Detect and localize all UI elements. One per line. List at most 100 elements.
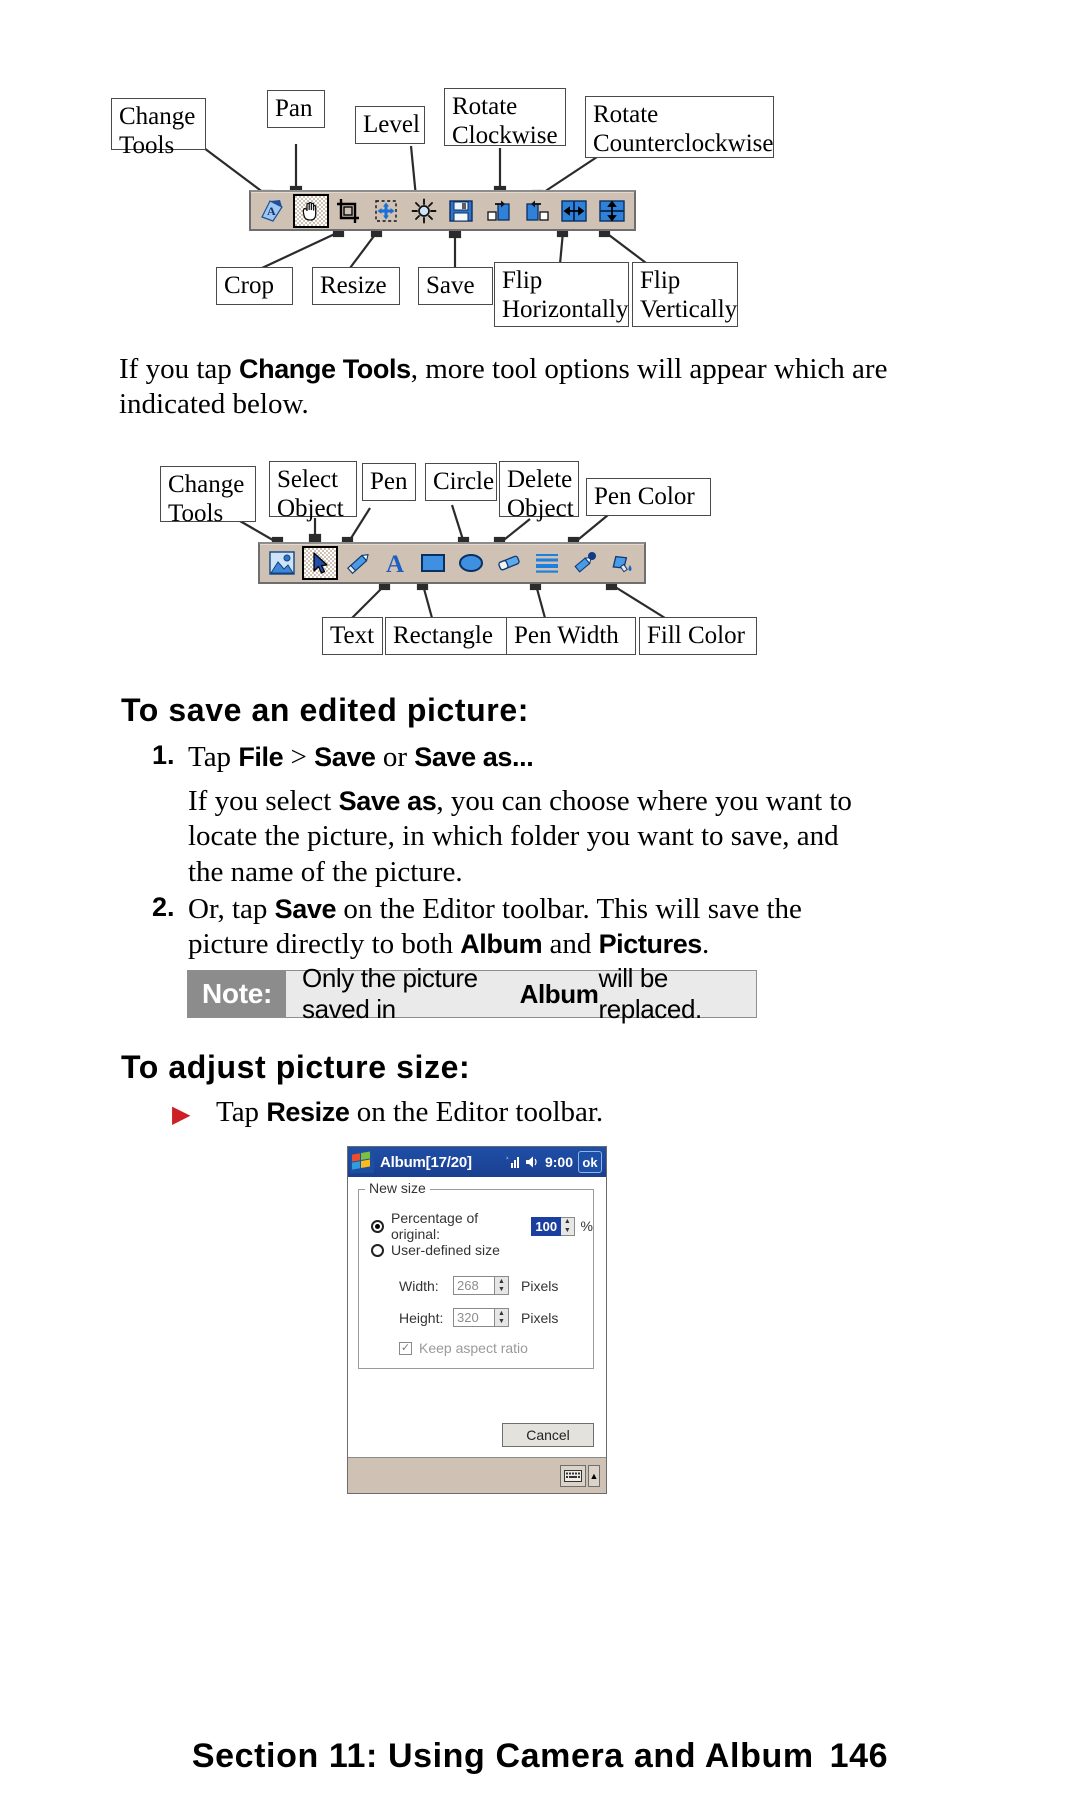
note-body: Only the picture saved in Album will be … xyxy=(286,963,756,1024)
callout-circle: Circle xyxy=(425,463,497,501)
save-disk-icon[interactable] xyxy=(444,194,480,228)
width-row[interactable]: Width: 268 ▲ ▼ Pixels xyxy=(399,1276,558,1295)
rotate-counterclockwise-icon[interactable] xyxy=(519,194,555,228)
crop-icon[interactable] xyxy=(331,194,367,228)
keep-aspect-row[interactable]: ✓ Keep aspect ratio xyxy=(399,1340,528,1356)
circle-icon[interactable] xyxy=(453,546,489,580)
input-method-chevron-icon[interactable]: ▲ xyxy=(588,1464,600,1487)
rotate-clockwise-icon[interactable] xyxy=(481,194,517,228)
flip-vertical-icon[interactable] xyxy=(594,194,630,228)
user-defined-label: User-defined size xyxy=(391,1242,500,1258)
percentage-radio[interactable] xyxy=(371,1219,384,1233)
callout-pen: Pen xyxy=(362,463,416,501)
pen-color-icon[interactable] xyxy=(566,546,602,580)
callout-line: Text xyxy=(330,622,375,649)
step-1-seg-0: Tap xyxy=(188,741,239,773)
callout-fill-color: Fill Color xyxy=(639,617,757,655)
percentage-input[interactable]: 100 xyxy=(531,1216,562,1236)
rectangle-icon[interactable] xyxy=(415,546,451,580)
keep-aspect-checkbox[interactable]: ✓ xyxy=(399,1341,412,1355)
pda-status-area: 9:00 ok xyxy=(504,1147,602,1177)
note-tag: Note: xyxy=(188,971,287,1017)
step-2-seg-0: Or, tap xyxy=(188,893,275,925)
percentage-row[interactable]: Percentage of original: 100 ▲ ▼ % xyxy=(371,1210,593,1242)
callout-line: Flip xyxy=(502,267,543,294)
callout-line: Pen Width xyxy=(514,622,619,649)
callout-save: Save xyxy=(418,267,493,305)
width-label: Width: xyxy=(399,1277,439,1294)
step-1-number: 1. xyxy=(152,740,175,770)
note-box: Note: Only the picture saved in Album wi… xyxy=(187,963,757,1024)
step-2-text: Or, tap Save on the Editor toolbar. This… xyxy=(188,892,878,963)
height-row[interactable]: Height: 320 ▲ ▼ Pixels xyxy=(399,1308,558,1327)
callout-line: Object xyxy=(507,494,574,522)
pda-title-bar: Album[17/20] 9:00 ok xyxy=(348,1147,606,1177)
callout-flip-horizontally: Flip Horizontally xyxy=(494,262,629,327)
percentage-spinner[interactable]: ▲ ▼ xyxy=(561,1216,575,1236)
callout-tools-change-tools: Change Tools xyxy=(160,466,256,527)
callout-line: Counterclockwise xyxy=(593,129,774,157)
pda-clock: 9:00 xyxy=(544,1154,573,1170)
manual-page: Change Tools Pan Level Rotate Clockwise … xyxy=(0,0,1080,1800)
callout-line: Clockwise xyxy=(452,121,558,149)
adjust-bullet-seg-0: Tap xyxy=(216,1096,267,1128)
height-spinner[interactable]: ▲ ▼ xyxy=(495,1308,509,1327)
step-1-body-seg-0: If you select xyxy=(188,785,339,817)
note-seg-2: will be replaced. xyxy=(598,963,702,1024)
height-label: Height: xyxy=(399,1309,444,1326)
callout-line: Horizontally xyxy=(502,295,629,323)
callout-line: Flip xyxy=(640,267,681,294)
change-tools-icon[interactable] xyxy=(264,546,300,580)
percentage-label: Percentage of original: xyxy=(391,1210,479,1242)
step-2-number: 2. xyxy=(152,892,175,922)
step-2-seg-4: and xyxy=(542,928,599,961)
callout-line: Select xyxy=(277,466,339,493)
callout-change-tools: Change Tools xyxy=(111,98,206,159)
pan-hand-icon[interactable] xyxy=(292,193,329,228)
new-size-group: New size Percentage of original: 100 ▲ ▼ … xyxy=(358,1180,594,1369)
fill-color-icon[interactable] xyxy=(604,546,640,580)
callout-rectangle: Rectangle xyxy=(385,617,513,655)
change-tools-icon[interactable]: A xyxy=(255,194,291,228)
step-2-seg-3: Album xyxy=(460,929,543,960)
tools-toolbar[interactable]: A xyxy=(258,542,646,584)
signal-icon xyxy=(505,1156,519,1168)
callout-line: Circle xyxy=(433,468,495,495)
keep-aspect-label: Keep aspect ratio xyxy=(419,1340,528,1356)
callout-line: Object xyxy=(277,494,344,522)
step-1-body-seg-1: Save as xyxy=(338,786,437,816)
cancel-button[interactable]: Cancel xyxy=(502,1423,594,1447)
callout-line: Pan xyxy=(275,95,313,122)
height-input[interactable]: 320 xyxy=(453,1308,495,1327)
callout-line: Rotate xyxy=(452,93,518,120)
eraser-icon[interactable] xyxy=(491,546,527,580)
adjust-bullet-text: Tap Resize on the Editor toolbar. xyxy=(216,1095,836,1130)
select-object-arrow-icon[interactable] xyxy=(301,546,338,580)
intro-bold: Change Tools xyxy=(239,354,411,384)
keyboard-icon[interactable] xyxy=(560,1464,586,1487)
callout-line: Tools xyxy=(168,499,224,527)
text-a-icon[interactable]: A xyxy=(378,546,414,580)
width-spinner[interactable]: ▲ ▼ xyxy=(495,1276,509,1295)
user-defined-radio[interactable] xyxy=(371,1243,384,1257)
pen-width-icon[interactable] xyxy=(529,546,565,580)
ok-button[interactable]: ok xyxy=(578,1151,602,1173)
pda-soft-input-bar: ▲ xyxy=(348,1457,606,1493)
svg-text:A: A xyxy=(386,551,404,576)
callout-line: Rectangle xyxy=(393,622,493,649)
resize-icon[interactable] xyxy=(368,194,404,228)
width-input[interactable]: 268 xyxy=(453,1276,495,1295)
pen-icon[interactable] xyxy=(340,546,376,580)
level-brightness-icon[interactable] xyxy=(406,194,442,228)
footer-section-title: Section 11: Using Camera and Album xyxy=(191,1737,814,1775)
windows-logo-icon xyxy=(350,1151,374,1173)
callout-line: Crop xyxy=(224,272,274,299)
callout-flip-vertically: Flip Vertically xyxy=(632,262,738,327)
step-1-seg-5: Save as... xyxy=(414,742,534,772)
editor-toolbar[interactable]: A xyxy=(249,190,636,231)
flip-horizontal-icon[interactable] xyxy=(557,194,593,228)
callout-line: Fill Color xyxy=(647,622,745,649)
pda-window-title: Album[17/20] xyxy=(380,1153,472,1171)
user-defined-row[interactable]: User-defined size xyxy=(371,1242,500,1258)
callout-line: Vertically xyxy=(640,295,738,323)
